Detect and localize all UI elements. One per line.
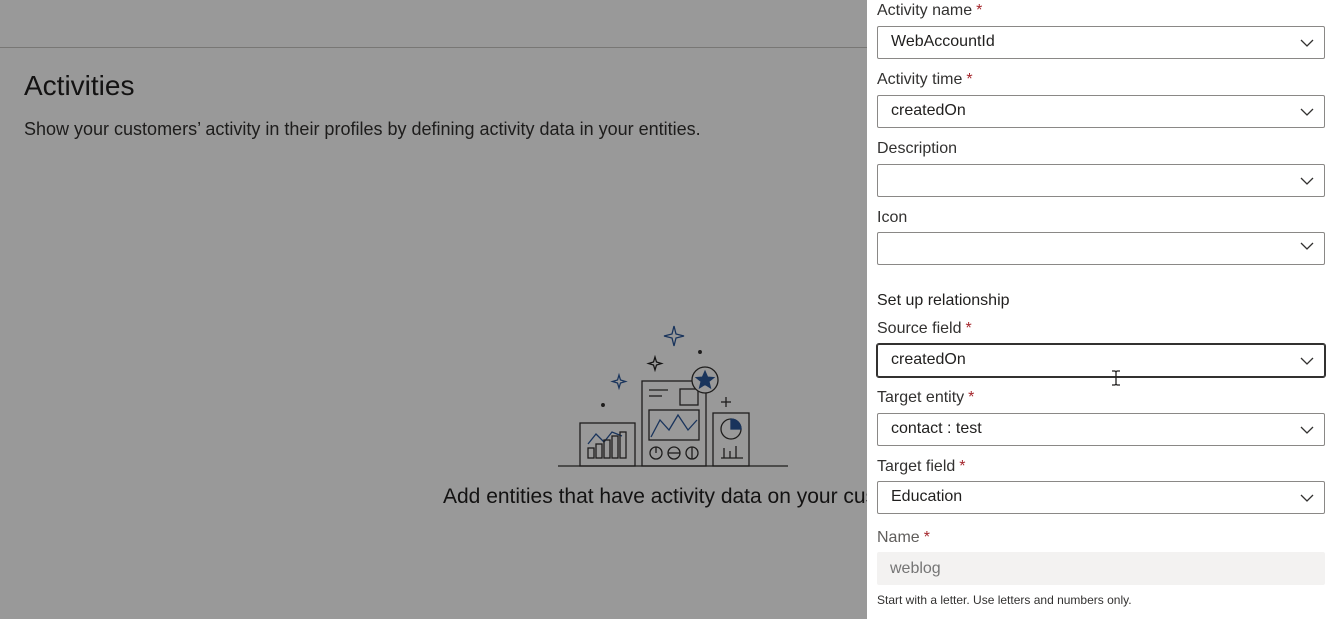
- target-field-label: Target field *: [877, 458, 966, 475]
- chevron-down-icon: [1300, 494, 1314, 502]
- activity-time-dropdown[interactable]: createdOn: [877, 95, 1325, 128]
- target-field-dropdown[interactable]: Education: [877, 481, 1325, 514]
- activity-time-label: Activity time *: [877, 71, 973, 88]
- name-helper-text: Start with a letter. Use letters and num…: [877, 593, 1132, 607]
- description-label: Description: [877, 140, 958, 157]
- description-dropdown[interactable]: [877, 164, 1325, 197]
- activity-setup-panel: Activity name * WebAccountId Activity tim…: [867, 0, 1330, 619]
- name-field[interactable]: [877, 552, 1325, 585]
- activity-name-dropdown[interactable]: WebAccountId: [877, 26, 1325, 59]
- chevron-down-icon: [1300, 108, 1314, 116]
- relationship-section-heading: Set up relationship: [877, 292, 1010, 309]
- chevron-down-icon: [1300, 177, 1314, 185]
- source-field-label: Source field *: [877, 320, 972, 337]
- target-entity-value: contact : test: [891, 420, 982, 437]
- text-cursor-icon: [1112, 370, 1120, 386]
- target-field-value: Education: [891, 488, 963, 505]
- chevron-down-icon: [1300, 357, 1314, 365]
- source-field-value: createdOn: [891, 351, 966, 368]
- chevron-down-icon: [1300, 426, 1314, 434]
- icon-label: Icon: [877, 209, 908, 226]
- activity-name-value: WebAccountId: [891, 33, 995, 50]
- name-label: Name *: [877, 529, 930, 546]
- name-input[interactable]: [877, 552, 1325, 585]
- activity-name-label: Activity name *: [877, 2, 983, 19]
- chevron-down-icon: [1300, 39, 1314, 47]
- chevron-down-icon: [1300, 242, 1314, 250]
- icon-dropdown[interactable]: [877, 232, 1325, 265]
- activity-time-value: createdOn: [891, 102, 966, 119]
- target-entity-dropdown[interactable]: contact : test: [877, 413, 1325, 446]
- target-entity-label: Target entity *: [877, 389, 975, 406]
- source-field-dropdown[interactable]: createdOn: [876, 343, 1326, 378]
